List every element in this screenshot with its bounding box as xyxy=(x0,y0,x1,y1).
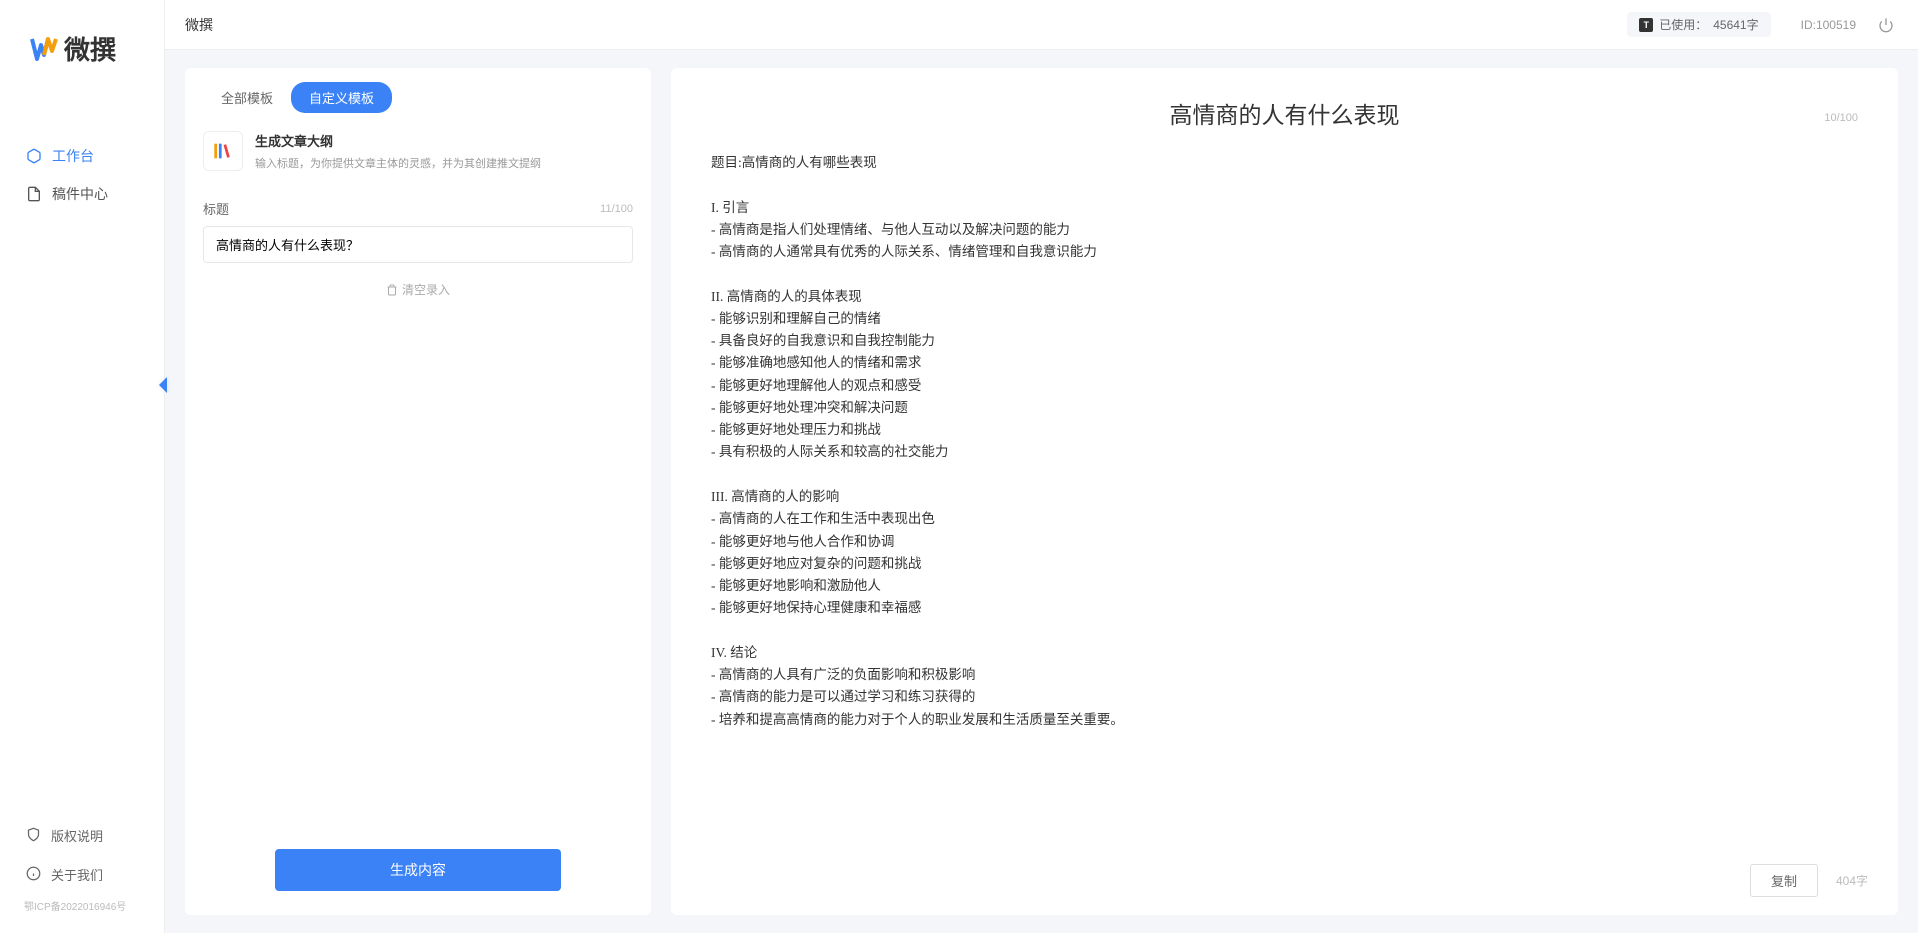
result-panel: 高情商的人有什么表现 10/100 题目:高情商的人有哪些表现 I. 引言 - … xyxy=(671,68,1898,915)
nav-drafts-label: 稿件中心 xyxy=(52,184,108,204)
char-count: 404字 xyxy=(1836,872,1868,889)
main: 微撰 T 已使用： 45641字 ID:100519 全部模板 自定义模板 xyxy=(165,0,1918,933)
drafts-icon xyxy=(26,186,42,202)
logo: 微撰 xyxy=(0,0,164,97)
icp-text: 鄂ICP备2022016946号 xyxy=(0,894,164,913)
clear-button[interactable]: 清空录入 xyxy=(386,281,450,298)
trash-icon xyxy=(386,284,398,296)
title-input-label: 标题 xyxy=(203,199,229,218)
title-input-count: 11/100 xyxy=(600,203,633,215)
copyright-label: 版权说明 xyxy=(51,826,103,845)
header: 微撰 T 已使用： 45641字 ID:100519 xyxy=(165,0,1918,50)
copy-button[interactable]: 复制 xyxy=(1750,864,1818,897)
generate-button[interactable]: 生成内容 xyxy=(275,849,561,891)
sidebar-collapse-button[interactable] xyxy=(154,374,170,396)
sidebar-bottom: 版权说明 关于我们 鄂ICP备2022016946号 xyxy=(0,816,164,933)
about-link[interactable]: 关于我们 xyxy=(0,855,164,894)
nav: 工作台 稿件中心 xyxy=(0,97,164,816)
result-title: 高情商的人有什么表现 xyxy=(711,96,1858,130)
about-label: 关于我们 xyxy=(51,865,103,884)
template-card: 生成文章大纲 输入标题，为你提供文章主体的灵感，并为其创建推文提纲 xyxy=(203,131,633,171)
content: 全部模板 自定义模板 生成文章大纲 输入标题，为你提供文章主体的灵感，并为其创建… xyxy=(165,50,1918,933)
logo-icon xyxy=(30,35,58,63)
workspace-icon xyxy=(26,148,42,164)
usage-value: 45641字 xyxy=(1713,16,1758,33)
template-tabs: 全部模板 自定义模板 xyxy=(185,68,651,113)
template-icon xyxy=(203,131,243,171)
result-body[interactable]: 题目:高情商的人有哪些表现 I. 引言 - 高情商是指人们处理情绪、与他人互动以… xyxy=(671,138,1898,854)
result-title-count: 10/100 xyxy=(1824,112,1858,124)
input-panel: 全部模板 自定义模板 生成文章大纲 输入标题，为你提供文章主体的灵感，并为其创建… xyxy=(185,68,651,915)
usage-badge: T 已使用： 45641字 xyxy=(1627,12,1770,37)
template-title: 生成文章大纲 xyxy=(255,131,633,150)
user-id: ID:100519 xyxy=(1801,18,1856,32)
nav-workspace-label: 工作台 xyxy=(52,146,94,166)
tab-all-templates[interactable]: 全部模板 xyxy=(203,82,291,113)
power-button[interactable] xyxy=(1874,13,1898,37)
sidebar: 微撰 工作台 稿件中心 版权说明 xyxy=(0,0,165,933)
shield-icon xyxy=(26,827,41,845)
usage-label: 已使用： xyxy=(1659,16,1707,33)
title-input[interactable] xyxy=(203,226,633,263)
tab-custom-templates[interactable]: 自定义模板 xyxy=(291,82,392,113)
template-desc: 输入标题，为你提供文章主体的灵感，并为其创建推文提纲 xyxy=(255,155,633,171)
brand-name: 微撰 xyxy=(64,30,116,67)
copyright-link[interactable]: 版权说明 xyxy=(0,816,164,855)
page-title: 微撰 xyxy=(185,15,213,35)
nav-drafts[interactable]: 稿件中心 xyxy=(0,175,164,213)
text-count-icon: T xyxy=(1639,18,1653,32)
nav-workspace[interactable]: 工作台 xyxy=(0,137,164,175)
info-icon xyxy=(26,866,41,884)
